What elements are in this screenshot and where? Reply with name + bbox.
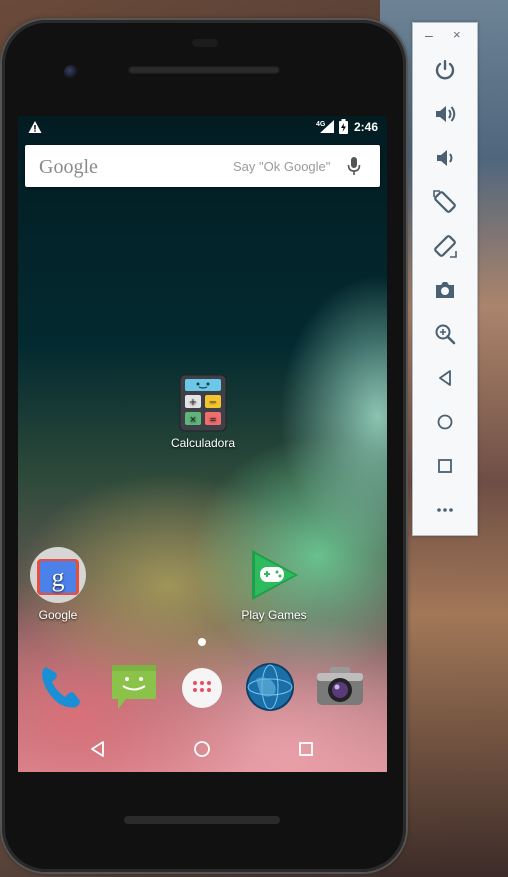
emulator-toolbar: – ×	[412, 22, 478, 536]
calculator-icon: + − × =	[179, 374, 227, 432]
app-label: Calculadora	[170, 436, 236, 450]
app-label: Play Games	[241, 608, 307, 622]
camera-icon[interactable]	[314, 661, 366, 713]
play-games-icon	[252, 550, 298, 600]
overview-icon[interactable]	[432, 453, 458, 479]
back-icon[interactable]	[432, 365, 458, 391]
minimize-button[interactable]: –	[425, 27, 433, 43]
phone-icon[interactable]	[36, 661, 88, 713]
earpiece-speaker	[128, 66, 280, 74]
app-google[interactable]: g Google	[23, 546, 93, 622]
svg-text:=: =	[209, 415, 217, 425]
home-icon[interactable]	[432, 409, 458, 435]
status-bar: 4G 2:46	[18, 116, 387, 138]
recents-icon[interactable]	[296, 739, 316, 759]
app-calculadora[interactable]: + − × = Calculadora	[158, 374, 248, 450]
back-icon[interactable]	[88, 739, 108, 759]
warning-icon	[28, 121, 42, 133]
screenshot-icon[interactable]	[432, 277, 458, 303]
google-search-bar[interactable]: Google Say "Ok Google"	[25, 145, 380, 187]
clock: 2:46	[354, 120, 379, 134]
rotate-right-icon[interactable]	[432, 233, 458, 259]
signal-icon	[320, 120, 334, 133]
app-play-games[interactable]: Play Games	[234, 546, 314, 622]
phone-screen[interactable]: 4G 2:46 Google Say "Ok Google" + − × = C…	[18, 116, 387, 772]
front-camera	[64, 65, 78, 79]
more-icon[interactable]	[432, 497, 458, 523]
zoom-icon[interactable]	[432, 321, 458, 347]
volume-down-icon[interactable]	[432, 145, 458, 171]
home-icon[interactable]	[192, 739, 212, 759]
navigation-bar	[18, 728, 387, 772]
app-drawer-icon[interactable]	[180, 666, 224, 710]
power-icon[interactable]	[432, 57, 458, 83]
close-button[interactable]: ×	[453, 27, 461, 42]
messages-icon[interactable]	[108, 661, 160, 713]
bottom-speaker	[124, 816, 280, 824]
search-hint: Say "Ok Google"	[233, 159, 331, 174]
google-app-icon: g	[30, 547, 86, 603]
svg-text:+: +	[189, 397, 197, 408]
rotate-left-icon[interactable]	[432, 189, 458, 215]
app-label: Google	[38, 608, 78, 622]
proximity-sensor	[192, 39, 218, 47]
page-indicator	[198, 638, 206, 646]
battery-charging-icon	[339, 119, 348, 134]
svg-text:g: g	[52, 563, 65, 592]
svg-text:×: ×	[189, 415, 197, 425]
microphone-icon[interactable]	[346, 156, 362, 176]
volume-up-icon[interactable]	[432, 101, 458, 127]
svg-text:−: −	[209, 397, 217, 408]
browser-icon[interactable]	[244, 661, 296, 713]
google-logo: Google	[39, 156, 98, 178]
